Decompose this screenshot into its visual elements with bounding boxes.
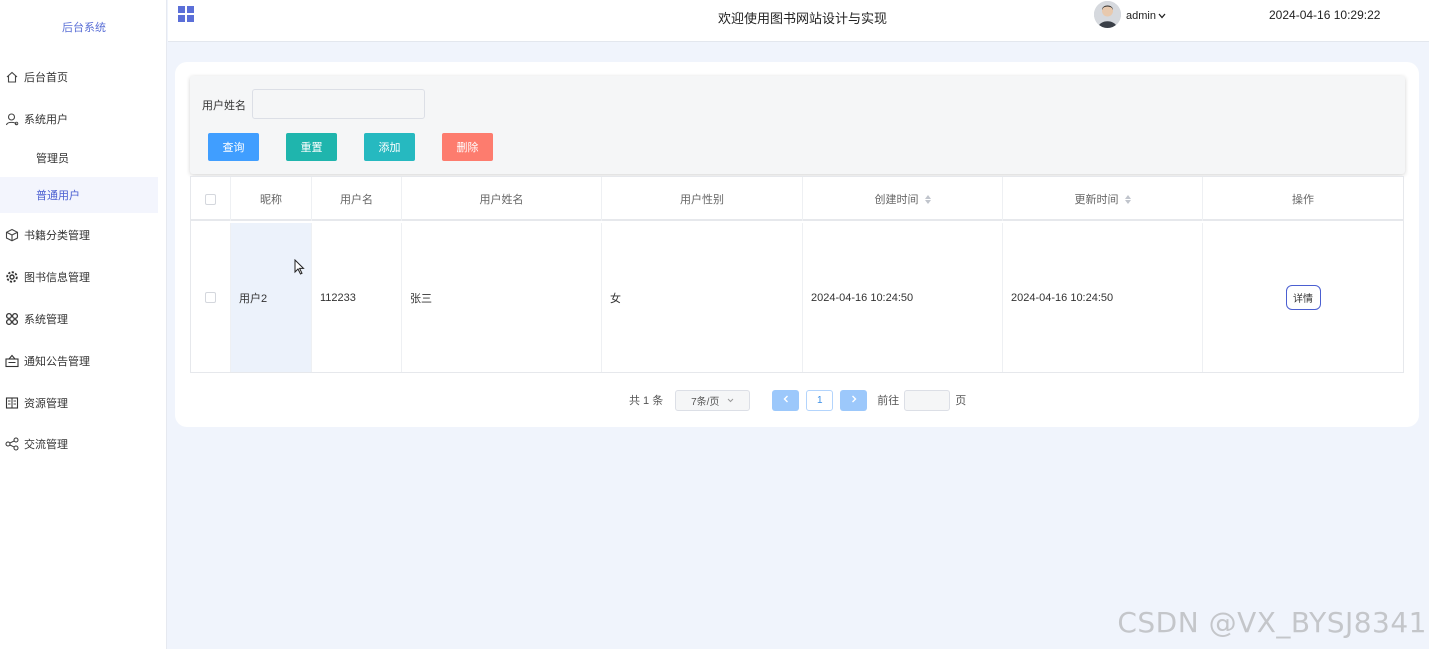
sidebar-subitem-normal-user[interactable]: 普通用户	[0, 177, 158, 213]
query-button[interactable]: 查询	[208, 133, 259, 161]
realname-cell: 张三	[402, 223, 602, 372]
reset-button[interactable]: 重置	[286, 133, 337, 161]
chevron-down-icon	[727, 395, 734, 406]
sidebar-subitem-label: 普通用户	[36, 190, 80, 202]
column-header: 用户名	[312, 177, 402, 221]
gender-cell: 女	[602, 223, 803, 372]
next-page-button[interactable]	[840, 389, 868, 411]
sidebar: 后台系统 后台首页 系统用户 管理员 普通用户 书籍分类管理 图书信息管理 系统…	[0, 0, 167, 649]
delete-button[interactable]: 删除	[442, 133, 493, 161]
goto-label: 前往	[877, 395, 900, 407]
prev-page-button[interactable]	[772, 389, 800, 411]
sidebar-item-home[interactable]: 后台首页	[0, 59, 158, 95]
mouse-cursor-icon	[294, 258, 305, 278]
sidebar-subitem-label: 管理员	[36, 153, 69, 165]
book-icon	[5, 396, 19, 410]
sidebar-item-book-category[interactable]: 书籍分类管理	[0, 217, 158, 253]
apps-icon	[5, 312, 19, 326]
user-table: 昵称 用户名 用户姓名 用户性别 创建时间 更新时间 操作 用户2 112233…	[190, 176, 1404, 373]
row-select-cell	[191, 223, 231, 372]
sidebar-item-label: 系统管理	[24, 314, 68, 326]
goto-page-input[interactable]	[904, 389, 951, 411]
sidebar-item-label: 后台首页	[24, 72, 68, 84]
sidebar-item-label: 书籍分类管理	[24, 230, 90, 242]
current-datetime: 2024-04-16 10:29:22	[1269, 8, 1381, 22]
cube-icon	[5, 228, 19, 242]
sidebar-item-book-info[interactable]: 图书信息管理	[0, 259, 158, 295]
action-cell: 详情	[1203, 223, 1403, 372]
sort-icon[interactable]	[924, 194, 931, 204]
chevron-right-icon	[851, 394, 857, 406]
sidebar-subitem-admin[interactable]: 管理员	[0, 140, 158, 176]
page-size-value: 7条/页	[691, 396, 720, 408]
sidebar-item-label: 交流管理	[24, 439, 68, 451]
site-title: 欢迎使用图书网站设计与实现	[718, 11, 888, 26]
add-button[interactable]: 添加	[364, 133, 415, 161]
username-label: admin	[1126, 10, 1156, 22]
username-cell: 112233	[312, 223, 402, 372]
sidebar-item-label: 系统用户	[24, 114, 68, 126]
app-logo-text: 后台系统	[62, 22, 106, 34]
page-size-select[interactable]: 7条/页	[675, 389, 751, 411]
chevron-down-icon	[1158, 10, 1166, 22]
gear-icon	[5, 270, 19, 284]
column-header: 操作	[1292, 194, 1314, 206]
page-number-button[interactable]: 1	[806, 389, 834, 411]
content-card: 用户姓名 查询 重置 添加 删除 昵称 用户名 用户姓名 用户性别 创建时间 更…	[175, 62, 1419, 427]
avatar[interactable]	[1094, 1, 1121, 28]
pagination: 共 1 条 7条/页 1 前往 页	[629, 389, 966, 411]
row-checkbox[interactable]	[205, 292, 216, 303]
search-panel: 用户姓名 查询 重置 添加 删除	[190, 76, 1405, 174]
top-bar: 欢迎使用图书网站设计与实现 admin 2024-04-16 10:29:22	[168, 0, 1429, 42]
user-icon	[5, 112, 19, 126]
sidebar-item-label: 图书信息管理	[24, 272, 90, 284]
updated-time-cell: 2024-04-16 10:24:50	[1003, 223, 1203, 372]
select-all-checkbox[interactable]	[205, 193, 216, 205]
realname-search-input[interactable]	[252, 89, 425, 119]
nickname-cell: 用户2	[231, 223, 312, 372]
watermark: CSDN @VX_BYSJ8341	[1117, 606, 1427, 639]
column-header-sortable[interactable]: 更新时间	[1003, 177, 1203, 221]
page-suffix-label: 页	[955, 395, 967, 407]
pagination-total: 共 1 条	[629, 395, 664, 407]
user-menu[interactable]: admin	[1126, 10, 1166, 22]
sort-icon[interactable]	[1124, 194, 1131, 204]
column-header-label: 更新时间	[1074, 194, 1119, 206]
chevron-left-icon	[783, 394, 789, 406]
sidebar-item-system-users[interactable]: 系统用户	[0, 101, 158, 137]
search-label: 用户姓名	[202, 100, 246, 112]
sidebar-item-label: 资源管理	[24, 398, 68, 410]
table-header: 昵称 用户名 用户姓名 用户性别 创建时间 更新时间 操作	[191, 177, 1403, 221]
created-time-cell: 2024-04-16 10:24:50	[803, 223, 1003, 372]
notice-icon	[5, 354, 19, 368]
column-header: 昵称	[231, 177, 312, 221]
column-header: 用户性别	[602, 177, 803, 221]
sidebar-item-notice[interactable]: 通知公告管理	[0, 343, 158, 379]
column-header-sortable[interactable]: 创建时间	[803, 177, 1003, 221]
sidebar-item-communication[interactable]: 交流管理	[0, 426, 158, 462]
column-header: 用户姓名	[402, 177, 602, 221]
sidebar-item-label: 通知公告管理	[24, 356, 90, 368]
column-header-label: 创建时间	[874, 194, 919, 206]
share-icon	[5, 437, 19, 451]
select-all-cell	[191, 177, 231, 221]
home-icon	[5, 70, 19, 84]
sidebar-item-system-manage[interactable]: 系统管理	[0, 301, 158, 337]
detail-button[interactable]: 详情	[1285, 285, 1321, 310]
menu-toggle-icon[interactable]	[178, 6, 194, 22]
sidebar-item-resource[interactable]: 资源管理	[0, 385, 158, 421]
